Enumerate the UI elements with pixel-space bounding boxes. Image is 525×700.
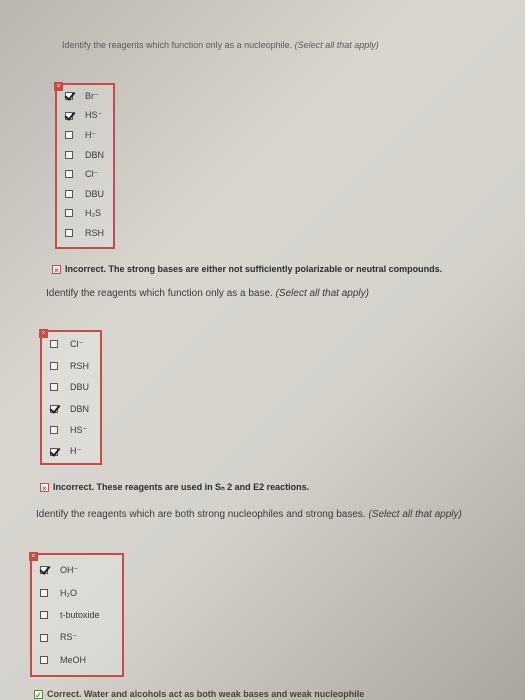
option-row[interactable]: Br⁻ — [65, 89, 99, 103]
option-row[interactable]: DBU — [50, 380, 89, 394]
option-row[interactable]: H₂S — [65, 206, 101, 220]
checkbox-checked[interactable] — [40, 566, 48, 574]
option-row[interactable]: DBN — [50, 402, 89, 416]
option-label: HS⁻ — [85, 110, 103, 120]
checkbox-unchecked[interactable] — [50, 383, 58, 391]
question-1-prompt: Identify the reagents which function onl… — [62, 40, 379, 50]
option-label: Cl⁻ — [85, 168, 99, 179]
option-label: H₂S — [85, 208, 101, 218]
question-3-options-box: × OH⁻ H₂O t-butoxide RS⁻ MeOH — [29, 552, 124, 677]
option-row[interactable]: Cl⁻ — [50, 337, 83, 351]
question-2-prompt: Identify the reagents which function onl… — [46, 288, 369, 299]
incorrect-marker-icon: × — [54, 82, 63, 91]
checkbox-unchecked[interactable] — [50, 340, 58, 348]
option-label: RSH — [70, 360, 90, 371]
incorrect-marker-icon: × — [39, 329, 48, 338]
question-1-options-box: × Br⁻ HS⁻ H⁻ DBN Cl⁻ DBU H₂S RSH — [54, 82, 115, 249]
question-1-feedback: × Incorrect. The strong bases are either… — [52, 264, 442, 275]
option-row[interactable]: RS⁻ — [40, 631, 77, 645]
checkbox-unchecked[interactable] — [65, 228, 73, 237]
checkbox-unchecked[interactable] — [40, 656, 48, 664]
option-label: RS⁻ — [60, 632, 78, 642]
question-3-feedback: ✓ Correct. Water and alcohols act as bot… — [34, 689, 365, 700]
option-label: H⁻ — [70, 446, 82, 456]
option-row[interactable]: RSH — [50, 359, 89, 373]
checkbox-unchecked[interactable] — [40, 633, 48, 642]
option-row[interactable]: DBN — [65, 148, 104, 162]
question-2-options-box: × Cl⁻ RSH DBU DBN HS⁻ H⁻ — [39, 329, 102, 465]
checkbox-unchecked[interactable] — [50, 361, 58, 370]
option-row[interactable]: H⁻ — [65, 128, 96, 142]
checkbox-unchecked[interactable] — [65, 170, 73, 178]
option-label: Br⁻ — [85, 90, 99, 101]
checkbox-unchecked[interactable] — [65, 131, 73, 139]
checkbox-unchecked[interactable] — [65, 189, 73, 198]
option-label: OH⁻ — [60, 564, 79, 575]
checkbox-unchecked[interactable] — [65, 209, 73, 217]
check-icon: ✓ — [34, 689, 43, 700]
quiz-page: Identify the reagents which function onl… — [0, 0, 525, 700]
checkbox-unchecked[interactable] — [50, 426, 58, 434]
question-3-prompt: Identify the reagents which are both str… — [36, 509, 462, 520]
x-icon: × — [40, 483, 49, 493]
option-row[interactable]: RSH — [65, 226, 104, 240]
checkbox-checked[interactable] — [65, 92, 73, 100]
option-label: DBN — [70, 403, 90, 414]
option-row[interactable]: t-butoxide — [40, 608, 100, 622]
checkbox-checked[interactable] — [65, 111, 73, 120]
option-label: RSH — [85, 227, 105, 238]
option-label: DBU — [85, 188, 105, 199]
checkbox-unchecked[interactable] — [40, 588, 48, 597]
option-row[interactable]: HS⁻ — [50, 423, 87, 437]
incorrect-marker-icon: × — [29, 552, 38, 561]
option-row[interactable]: DBU — [65, 187, 104, 201]
question-2-feedback: × Incorrect. These reagents are used in … — [40, 482, 309, 493]
option-row[interactable]: Cl⁻ — [65, 167, 98, 181]
option-row[interactable]: MeOH — [40, 653, 86, 667]
option-label: DBN — [85, 149, 105, 160]
checkbox-checked[interactable] — [50, 447, 58, 456]
option-row[interactable]: H⁻ — [50, 445, 81, 459]
option-label: DBU — [70, 382, 90, 392]
option-label: H₂O — [60, 587, 77, 598]
checkbox-checked[interactable] — [50, 404, 58, 413]
option-row[interactable]: HS⁻ — [65, 109, 102, 123]
checkbox-unchecked[interactable] — [65, 150, 73, 159]
option-label: HS⁻ — [70, 424, 88, 435]
option-label: MeOH — [60, 655, 87, 665]
option-label: t-butoxide — [60, 610, 100, 620]
x-icon: × — [52, 264, 61, 275]
checkbox-unchecked[interactable] — [40, 611, 48, 619]
option-label: H⁻ — [85, 129, 97, 140]
option-row[interactable]: H₂O — [40, 586, 77, 600]
option-row[interactable]: OH⁻ — [40, 563, 78, 577]
option-label: Cl⁻ — [70, 338, 84, 349]
